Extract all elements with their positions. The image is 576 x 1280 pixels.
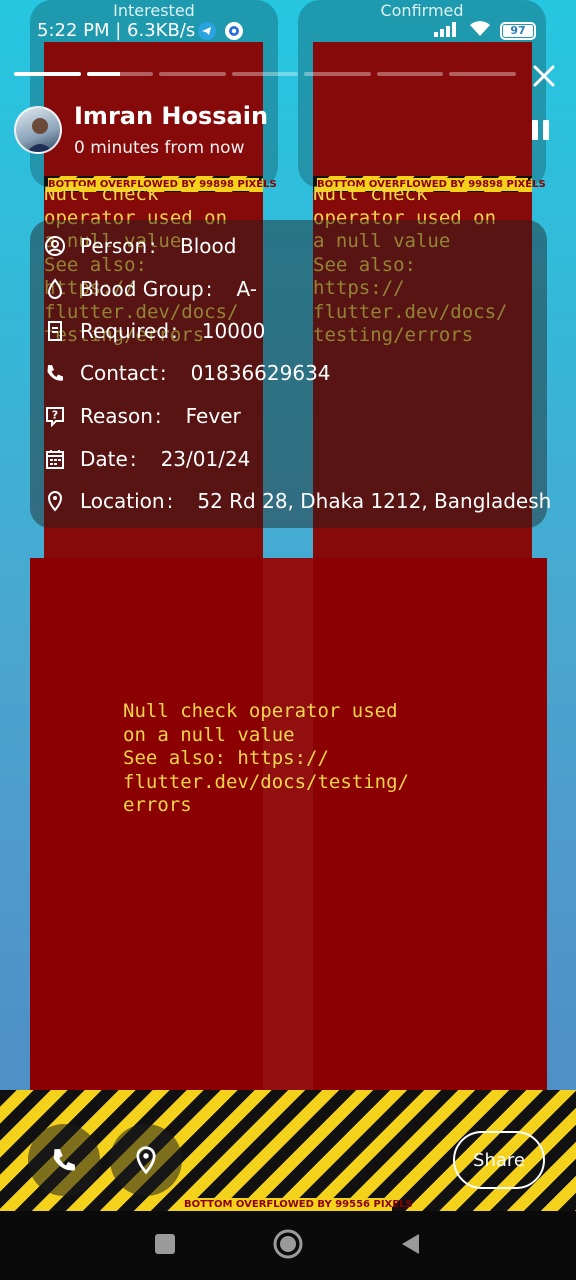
wifi-icon (468, 20, 492, 42)
detail-row-contact[interactable]: Contact: 01836629634 (44, 360, 331, 386)
location-pin-icon (44, 490, 66, 512)
detail-row-location[interactable]: Location: 52 Rd 28, Dhaka 1212, Banglade… (44, 488, 551, 514)
svg-text:?: ? (52, 409, 58, 422)
blood-drop-icon (44, 278, 66, 300)
telegram-icon (198, 22, 216, 40)
progress-segment (376, 72, 444, 76)
close-button[interactable] (528, 60, 560, 92)
pause-icon (532, 120, 538, 140)
progress-fill (86, 72, 120, 76)
location-pin-icon (136, 1146, 156, 1175)
calendar-icon (44, 448, 66, 470)
detail-row-reason: ? Reason: Fever (44, 403, 241, 429)
overflow-label-bottom: BOTTOM OVERFLOWED BY 99556 PIXELS (184, 1198, 413, 1211)
close-icon (533, 65, 555, 87)
avatar[interactable] (14, 106, 62, 154)
phone-icon (53, 1149, 75, 1171)
signal-icon (434, 21, 460, 41)
progress-segment (304, 72, 371, 76)
system-nav-bar (0, 1211, 576, 1280)
panel-divider (263, 558, 313, 1090)
battery-level: 97 (510, 24, 526, 37)
progress-segment (449, 72, 517, 76)
phone-icon (44, 362, 66, 384)
chat-icon (225, 22, 243, 40)
detail-row-required: Required: 10000 (44, 318, 265, 344)
detail-row-blood-group: Blood Group: A- (44, 276, 257, 302)
confirmed-label: Confirmed (380, 1, 464, 20)
recents-button[interactable] (153, 1232, 177, 1260)
pause-button[interactable] (532, 120, 554, 142)
progress-segment (159, 72, 226, 76)
person-circle-icon (44, 235, 66, 257)
status-time: 5:22 PM | 6.3KB/s (37, 20, 196, 41)
detail-row-person: Person: Blood (44, 233, 236, 259)
interested-label: Interested (113, 1, 195, 20)
progress-segment (86, 72, 154, 76)
share-button[interactable]: Share (453, 1131, 545, 1189)
call-button[interactable] (28, 1124, 100, 1196)
story-progress (14, 72, 517, 76)
home-button[interactable] (272, 1228, 304, 1264)
progress-segment (231, 72, 299, 76)
status-icons: 97 (434, 21, 536, 41)
progress-fill (14, 72, 81, 76)
progress-segment (14, 72, 81, 76)
detail-row-date: Date: 23/01/24 (44, 446, 250, 472)
question-icon: ? (44, 405, 66, 427)
location-button[interactable] (110, 1124, 182, 1196)
post-time: 0 minutes from now (74, 138, 245, 158)
user-name[interactable]: Imran Hossain (74, 102, 268, 130)
receipt-icon (44, 320, 66, 342)
battery-icon: 97 (500, 22, 536, 40)
back-button[interactable] (399, 1232, 423, 1260)
